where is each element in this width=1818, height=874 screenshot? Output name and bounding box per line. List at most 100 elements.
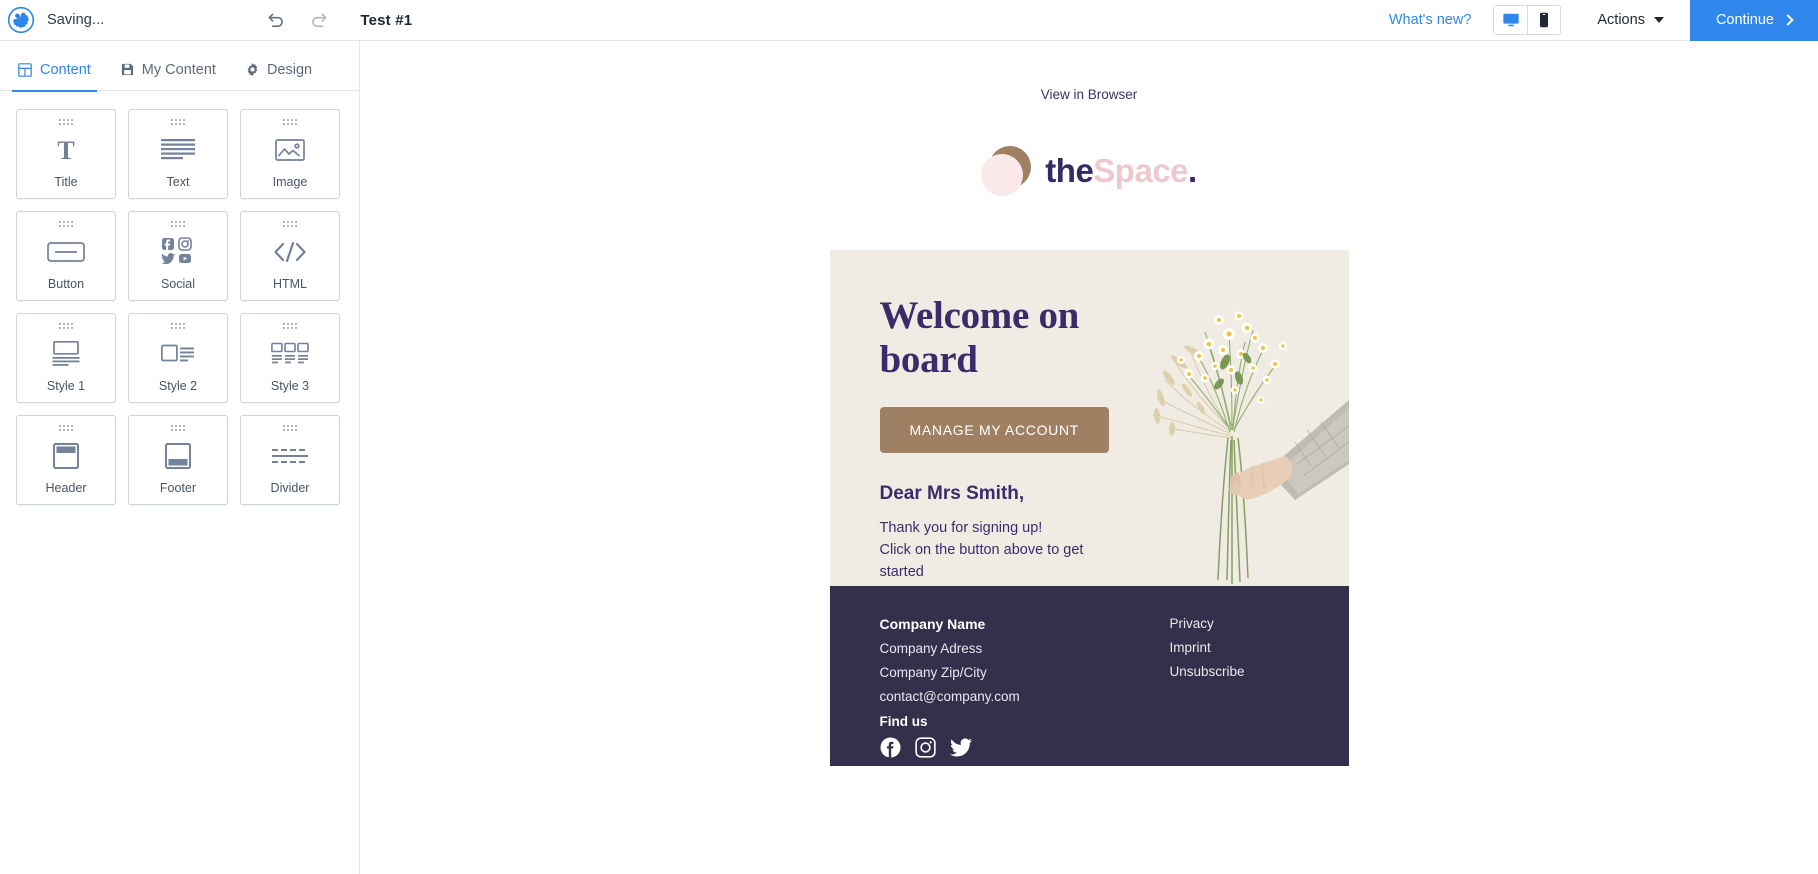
- footer-link-imprint[interactable]: Imprint: [1170, 640, 1245, 655]
- block-style-3[interactable]: Style 3: [240, 313, 340, 403]
- image-over-text-icon: [17, 329, 115, 379]
- email-canvas: View in Browser theSpace. Welcome on boa…: [360, 41, 1818, 874]
- hero-line-two[interactable]: Click on the button above to get started: [880, 540, 1130, 584]
- save-status: Saving...: [47, 12, 105, 28]
- thespace-circles-icon: [981, 146, 1032, 196]
- block-style-3-label: Style 3: [270, 379, 310, 393]
- tab-design[interactable]: Design: [244, 49, 314, 91]
- view-in-browser-link[interactable]: View in Browser: [830, 87, 1349, 102]
- save-disk-icon: [121, 63, 134, 76]
- workspace: Content My Content Design T Title Text I…: [0, 41, 1818, 874]
- block-title-label: Title: [54, 175, 78, 189]
- footer-address: Company Adress: [879, 641, 983, 656]
- pinwheel-logo-icon: [7, 7, 34, 33]
- tab-content[interactable]: Content: [12, 49, 97, 92]
- manage-account-button[interactable]: MANAGE MY ACCOUNT: [879, 407, 1110, 454]
- hero-title[interactable]: Welcome on board: [880, 294, 1130, 381]
- hero-greeting[interactable]: Dear Mrs Smith,: [880, 483, 1130, 505]
- block-image-label: Image: [272, 175, 308, 189]
- instagram-icon[interactable]: [914, 737, 936, 763]
- block-social[interactable]: Social: [128, 211, 228, 301]
- footer-links: Privacy Imprint Unsubscribe: [1170, 616, 1245, 766]
- footer-email[interactable]: contact@company.com: [880, 689, 1170, 704]
- svg-text:T: T: [57, 137, 74, 163]
- block-footer-label: Footer: [159, 481, 197, 495]
- footer-find-us-label: Find us: [879, 714, 928, 729]
- footer-block-icon: [129, 431, 227, 481]
- hero-content: Welcome on board MANAGE MY ACCOUNT Dear …: [830, 250, 1130, 584]
- block-style-2[interactable]: Style 2: [128, 313, 228, 403]
- desktop-monitor-icon: [1503, 13, 1519, 27]
- continue-button[interactable]: Continue: [1689, 0, 1818, 41]
- block-text[interactable]: Text: [128, 109, 228, 199]
- undo-button[interactable]: [264, 9, 286, 31]
- tab-my-content-label: My Content: [141, 61, 216, 78]
- text-lines-icon: [129, 125, 227, 175]
- block-title[interactable]: T Title: [16, 109, 116, 199]
- gear-icon: [246, 63, 259, 76]
- logo-wordmark: theSpace.: [1045, 152, 1197, 190]
- desktop-preview-button[interactable]: [1494, 6, 1528, 34]
- chevron-down-icon: [1653, 17, 1664, 23]
- code-brackets-icon: [241, 227, 339, 277]
- history-controls: [264, 9, 330, 31]
- block-image[interactable]: Image: [240, 109, 340, 199]
- mobile-preview-button[interactable]: [1527, 6, 1561, 34]
- block-text-label: Text: [166, 175, 190, 189]
- footer-company-name: Company Name: [879, 616, 986, 632]
- block-style-1[interactable]: Style 1: [16, 313, 116, 403]
- tab-content-label: Content: [40, 61, 91, 78]
- logo-part-space: Space: [1093, 152, 1189, 189]
- social-networks-icon: [129, 227, 227, 277]
- block-button-label: Button: [47, 277, 85, 291]
- block-html[interactable]: HTML: [240, 211, 340, 301]
- sidebar-tabs: Content My Content Design: [0, 49, 359, 92]
- block-header[interactable]: Header: [16, 415, 116, 505]
- grid-layout-icon: [18, 62, 32, 77]
- sidebar: Content My Content Design T Title Text I…: [0, 41, 360, 874]
- logo-part-dot: .: [1188, 152, 1197, 189]
- footer-zip-city: Company Zip/City: [879, 665, 987, 680]
- twitter-icon[interactable]: [949, 738, 972, 762]
- block-divider-label: Divider: [270, 481, 310, 495]
- block-divider[interactable]: Divider: [240, 415, 340, 505]
- email-footer[interactable]: Company Name Company Adress Company Zip/…: [829, 586, 1349, 766]
- tab-my-content[interactable]: My Content: [119, 49, 218, 91]
- hand-holding-chamomile-bouquet: [1134, 250, 1349, 586]
- rounded-button-icon: [17, 227, 115, 277]
- footer-company-info: Company Name Company Adress Company Zip/…: [880, 616, 1170, 766]
- tab-design-label: Design: [266, 61, 313, 78]
- email-logo[interactable]: theSpace.: [830, 146, 1349, 196]
- picture-mountain-icon: [241, 125, 339, 175]
- logo-part-the: the: [1045, 152, 1094, 189]
- footer-social-links: [879, 737, 1170, 763]
- block-style-2-label: Style 2: [158, 379, 198, 393]
- email-preview: View in Browser theSpace. Welcome on boa…: [829, 41, 1349, 766]
- document-title[interactable]: Test #1: [360, 12, 412, 29]
- content-blocks-grid: T Title Text Image Button Social HTML St…: [0, 91, 359, 523]
- header-block-icon: [17, 431, 115, 481]
- block-button[interactable]: Button: [16, 211, 116, 301]
- hero-section[interactable]: Welcome on board MANAGE MY ACCOUNT Dear …: [829, 250, 1349, 586]
- redo-button[interactable]: [308, 9, 330, 31]
- undo-icon: [268, 13, 283, 27]
- image-left-text-right-icon: [129, 329, 227, 379]
- facebook-icon[interactable]: [879, 737, 901, 763]
- block-footer[interactable]: Footer: [128, 415, 228, 505]
- hero-line-one[interactable]: Thank you for signing up!: [880, 518, 1130, 540]
- whats-new-link[interactable]: What's new?: [1389, 12, 1472, 28]
- block-style-1-label: Style 1: [46, 379, 86, 393]
- actions-menu-button[interactable]: Actions: [1597, 12, 1690, 28]
- footer-link-privacy[interactable]: Privacy: [1170, 616, 1245, 631]
- redo-icon: [311, 13, 327, 27]
- continue-label: Continue: [1715, 12, 1774, 28]
- top-bar: Saving... Test #1 What's new? Actions Co…: [0, 0, 1818, 41]
- app-logo[interactable]: [0, 0, 41, 41]
- chevron-right-icon: [1782, 13, 1794, 26]
- footer-link-unsubscribe[interactable]: Unsubscribe: [1170, 664, 1245, 679]
- device-preview-toggle: [1493, 5, 1562, 35]
- block-header-label: Header: [45, 481, 87, 495]
- actions-label: Actions: [1597, 12, 1645, 28]
- serif-t-icon: T: [17, 125, 115, 175]
- three-columns-icon: [241, 329, 339, 379]
